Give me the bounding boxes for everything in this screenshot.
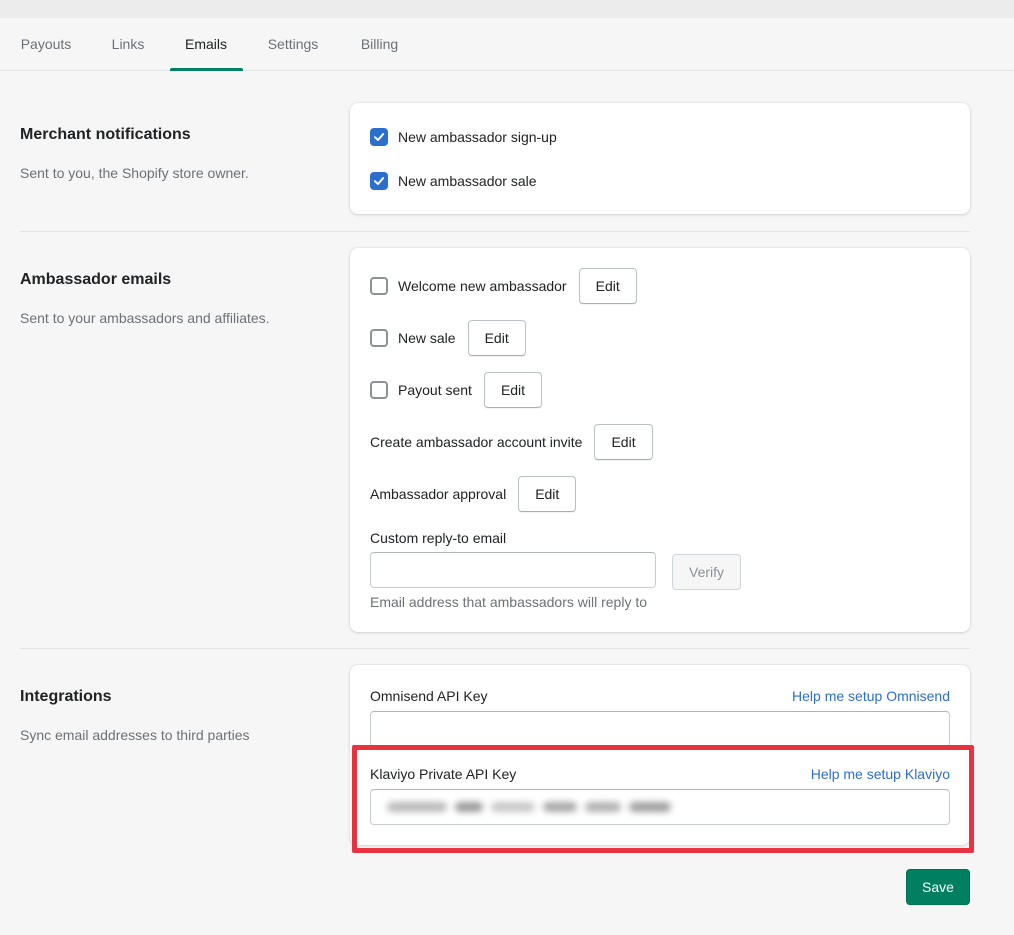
new-sale-label: New sale <box>398 330 456 346</box>
ambassador-option-new-sale: New sale Edit <box>370 320 526 356</box>
payout-label: Payout sent <box>398 382 472 398</box>
tab-emails[interactable]: Emails <box>185 18 227 71</box>
ambassador-emails-card: Welcome new ambassador Edit New sale Edi… <box>350 248 970 632</box>
window-top-strip <box>0 0 1014 18</box>
ambassador-option-payout: Payout sent Edit <box>370 372 543 408</box>
ambassador-option-welcome: Welcome new ambassador Edit <box>370 268 637 304</box>
merchant-section-title: Merchant notifications <box>20 126 191 143</box>
tab-billing[interactable]: Billing <box>360 18 399 71</box>
merchant-option-signup: New ambassador sign-up <box>370 128 557 146</box>
payout-checkbox[interactable] <box>370 381 388 399</box>
merchant-section-description: Sent to you, the Shopify store owner. <box>20 165 249 181</box>
save-button[interactable]: Save <box>906 869 970 905</box>
welcome-checkbox[interactable] <box>370 277 388 295</box>
merchant-option-sale: New ambassador sale <box>370 172 537 190</box>
tab-payouts[interactable]: Payouts <box>20 18 72 71</box>
new-sale-checkbox[interactable] <box>370 329 388 347</box>
reply-to-help-text: Email address that ambassadors will repl… <box>370 594 648 610</box>
edit-new-sale-button[interactable]: Edit <box>467 320 526 356</box>
integrations-card: Omnisend API Key Help me setup Omnisend … <box>350 665 970 845</box>
ambassador-option-approval: Ambassador approval Edit <box>370 476 577 512</box>
edit-invite-button[interactable]: Edit <box>594 424 653 460</box>
ambassador-section-description: Sent to your ambassadors and affiliates. <box>20 310 270 326</box>
redacted-api-key <box>383 790 937 824</box>
klaviyo-api-key-input[interactable] <box>370 789 950 825</box>
active-tab-indicator <box>170 68 243 71</box>
signup-label: New ambassador sign-up <box>398 129 557 145</box>
klaviyo-label: Klaviyo Private API Key <box>370 766 517 782</box>
sale-label: New ambassador sale <box>398 173 537 189</box>
tab-links[interactable]: Links <box>111 18 145 71</box>
ambassador-section-title: Ambassador emails <box>20 271 172 288</box>
checkmark-icon <box>374 133 385 141</box>
invite-label: Create ambassador account invite <box>370 434 583 450</box>
section-divider <box>20 648 970 649</box>
integrations-section-description: Sync email addresses to third parties <box>20 727 250 743</box>
verify-button[interactable]: Verify <box>672 554 742 590</box>
reply-to-email-input[interactable] <box>370 552 656 588</box>
klaviyo-help-link[interactable]: Help me setup Klaviyo <box>811 766 950 782</box>
edit-approval-button[interactable]: Edit <box>518 476 577 512</box>
edit-welcome-button[interactable]: Edit <box>578 268 637 304</box>
omnisend-api-key-input[interactable] <box>370 711 950 747</box>
signup-checkbox[interactable] <box>370 128 388 146</box>
section-divider <box>20 231 970 232</box>
integrations-section-title: Integrations <box>20 688 112 705</box>
tab-settings[interactable]: Settings <box>266 18 320 71</box>
merchant-notifications-card: New ambassador sign-up New ambassador sa… <box>350 103 970 214</box>
omnisend-help-link[interactable]: Help me setup Omnisend <box>792 688 950 704</box>
omnisend-label: Omnisend API Key <box>370 688 488 704</box>
ambassador-option-invite: Create ambassador account invite Edit <box>370 424 653 460</box>
reply-to-label: Custom reply-to email <box>370 530 507 546</box>
edit-payout-button[interactable]: Edit <box>483 372 543 408</box>
checkmark-icon <box>374 177 385 185</box>
tab-bar: Payouts Links Emails Settings Billing <box>0 18 1014 71</box>
welcome-label: Welcome new ambassador <box>398 278 567 294</box>
approval-label: Ambassador approval <box>370 486 507 502</box>
sale-checkbox[interactable] <box>370 172 388 190</box>
